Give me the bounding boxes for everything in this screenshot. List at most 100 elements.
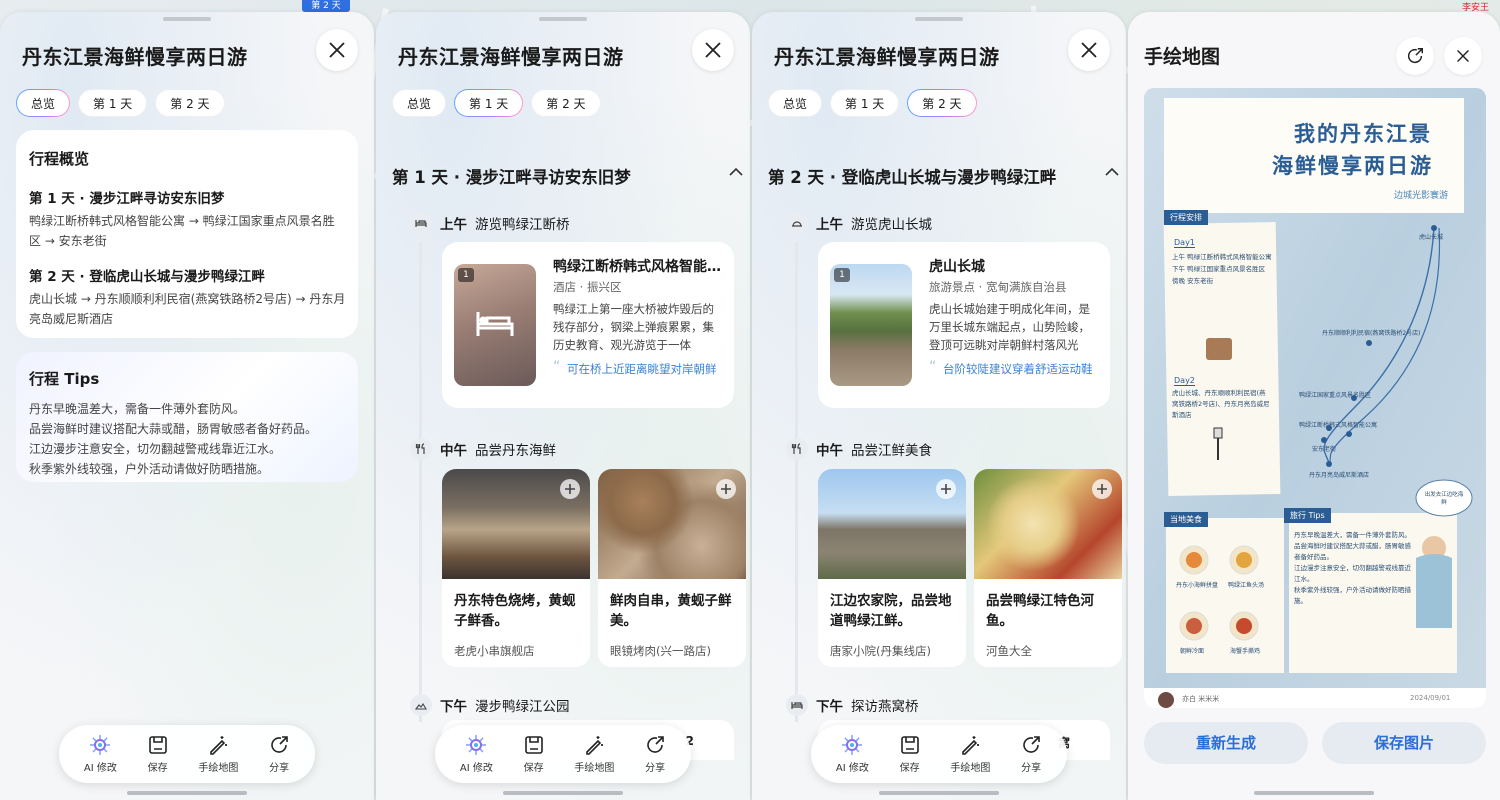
food-image [598,469,746,579]
hand-map-button[interactable]: 手绘地图 [198,734,238,774]
ai-edit-button[interactable]: AI 修改 [460,734,493,774]
hand-map-button[interactable]: 手绘地图 [574,734,614,774]
hand-drawn-map-image: 我的丹东江景 海鲜慢享两日游 边城光影寰游 行程安排 Day1 上午 鸭绿江断桥… [1144,88,1486,708]
utensils-icon [410,438,432,460]
tab-overview[interactable]: 总览 [768,89,823,117]
tab-day-1[interactable]: 第 1 天 [454,89,523,117]
food-title: 江边农家院，品尝地道鸭绿江鲜。 [830,593,952,629]
food-card[interactable]: 江边农家院，品尝地道鸭绿江鲜。 唐家小院(丹集线店) [818,469,966,667]
trip-title: 丹东江景海鲜慢享两日游 [22,45,248,69]
day1-item: 上午 鸭绿江断桥韩式风格智能公寓 [1172,253,1272,261]
save-button[interactable]: 保存 [899,734,921,774]
save-label: 保存 [899,763,920,774]
tab-day-1[interactable]: 第 1 天 [830,89,900,117]
day1-item: 下午 鸭绿江国家重点风景名胜区 [1172,265,1266,273]
hand-map-button[interactable]: 手绘地图 [950,734,990,774]
close-icon [1457,50,1469,62]
tab-overview[interactable]: 总览 [392,89,447,117]
save-icon [148,736,167,754]
map-date: 2024/09/01 [1410,694,1451,702]
slot-morning: 上午 游览鸭绿江断桥 [410,212,570,234]
map-subtitle: 边城光影寰游 [1394,191,1449,201]
save-button[interactable]: 保存 [147,734,169,774]
hand-map-title: 手绘地图 [1144,46,1221,68]
ai-sparkle-icon [90,735,111,755]
sheet-grabber[interactable] [539,17,587,21]
tab-day-2[interactable]: 第 2 天 [531,89,601,117]
food-shop: 眼镜烤肉(兴一路店) [610,644,711,658]
add-button[interactable] [936,479,956,499]
regenerate-button[interactable]: 重新生成 [1144,722,1308,764]
tab-day-2[interactable]: 第 2 天 [155,89,225,117]
poi-card[interactable]: 1 虎山长城 旅游景点 · 宽甸满族自治县 虎山长城始建于明成化年间，是万里长城… [818,242,1110,408]
save-image-button[interactable]: 保存图片 [1322,722,1486,764]
share-icon [1407,48,1423,64]
share-button[interactable]: 分享 [1020,734,1042,774]
poi-name: 虎山长城 [929,259,985,275]
close-button[interactable] [692,29,734,71]
food-card[interactable]: 丹东特色烧烤，黄蚬子鲜香。 老虎小串旗舰店 [442,469,590,667]
plus-icon [941,484,951,494]
save-button[interactable]: 保存 [523,734,545,774]
food-card[interactable]: 品尝鸭绿江特色河鱼。 河鱼大全 [974,469,1122,667]
close-icon [705,42,721,58]
sheet-grabber[interactable] [915,17,963,21]
home-indicator [1254,791,1374,795]
map-tip: 品尝海鲜时建议搭配大蒜或醋，肠胃敏感者备好药品。 [1294,542,1411,561]
poi-category: 酒店 · 振兴区 [553,280,622,294]
food-label: 海蟹手撕鸡 [1230,648,1261,655]
home-indicator [503,791,623,795]
map-title-line1: 我的丹东江景 [1294,121,1432,146]
ai-edit-button[interactable]: AI 修改 [84,734,117,774]
food-image [442,469,590,579]
share-button[interactable] [1396,37,1434,75]
slot-afternoon: 下午 漫步鸭绿江公园 [410,694,570,716]
magic-pen-icon [210,736,228,755]
slot-label: 漫步鸭绿江公园 [475,699,570,715]
tab-day-2[interactable]: 第 2 天 [907,89,976,117]
food-image [974,469,1122,579]
slot-noon: 中午 品尝江鲜美食 [786,438,932,460]
bottom-toolbar: AI 修改 保存 手绘地图 分享 [59,725,315,783]
share-button[interactable]: 分享 [644,734,666,774]
ai-edit-button[interactable]: AI 修改 [836,734,869,774]
tab-overview[interactable]: 总览 [16,89,70,117]
food-label: 丹东小海鲜拼盘 [1176,582,1219,589]
slot-time: 上午 [440,217,467,233]
map-tip: 丹东早晚温差大，需备一件薄外套防风。 [1294,531,1411,539]
chevron-up-icon[interactable] [1104,167,1120,177]
poi-card[interactable]: 1 鸭绿江断桥韩式风格智能公寓 酒店 · 振兴区 鸭绿江上第一座大桥被炸毁后的残… [442,242,734,408]
close-button[interactable] [316,29,358,71]
share-label: 分享 [645,763,666,774]
food-title: 丹东特色烧烤，黄蚬子鲜香。 [454,593,576,629]
slot-time: 上午 [816,217,843,233]
food-label: 鸭绿江鱼头汤 [1228,582,1265,589]
share-label: 分享 [1021,763,1042,774]
chevron-up-icon[interactable] [728,167,744,177]
slot-label: 游览鸭绿江断桥 [475,217,570,233]
bottom-toolbar: AI 修改 保存 手绘地图 分享 [811,725,1067,783]
slot-label: 游览虎山长城 [851,217,932,233]
food-card[interactable]: 鲜肉自串，黄蚬子鲜美。 眼镜烤肉(兴一路店) [598,469,746,667]
hand-map-label: 手绘地图 [198,763,239,774]
tab-day-1[interactable]: 第 1 天 [78,89,148,117]
plus-icon [721,484,731,494]
trip-title: 丹东江景海鲜慢享两日游 [398,45,624,69]
close-button[interactable] [1444,37,1482,75]
add-button[interactable] [1092,479,1112,499]
overview-day2-title: 第 2 天 · 登临虎山长城与漫步鸭绿江畔 [29,269,265,285]
landscape-icon [410,694,432,716]
add-button[interactable] [716,479,736,499]
save-label: 保存 [147,763,168,774]
hand-map-label: 手绘地图 [574,763,615,774]
sheet-grabber[interactable] [163,17,211,21]
share-button[interactable]: 分享 [268,734,290,774]
slot-time: 中午 [816,443,843,459]
close-button[interactable] [1068,29,1110,71]
tips-tag: 旅行 Tips [1284,508,1331,523]
add-button[interactable] [560,479,580,499]
overview-card: 行程概览 第 1 天 · 漫步江畔寻访安东旧梦 鸭绿江断桥韩式风格智能公寓 → … [16,130,358,338]
ai-sparkle-icon [466,735,487,755]
poi-tip: 可在桥上近距离眺望对岸朝鲜 [553,358,723,378]
map-tip: 秋季紫外线较强，户外活动请做好防晒措施。 [1294,586,1411,605]
